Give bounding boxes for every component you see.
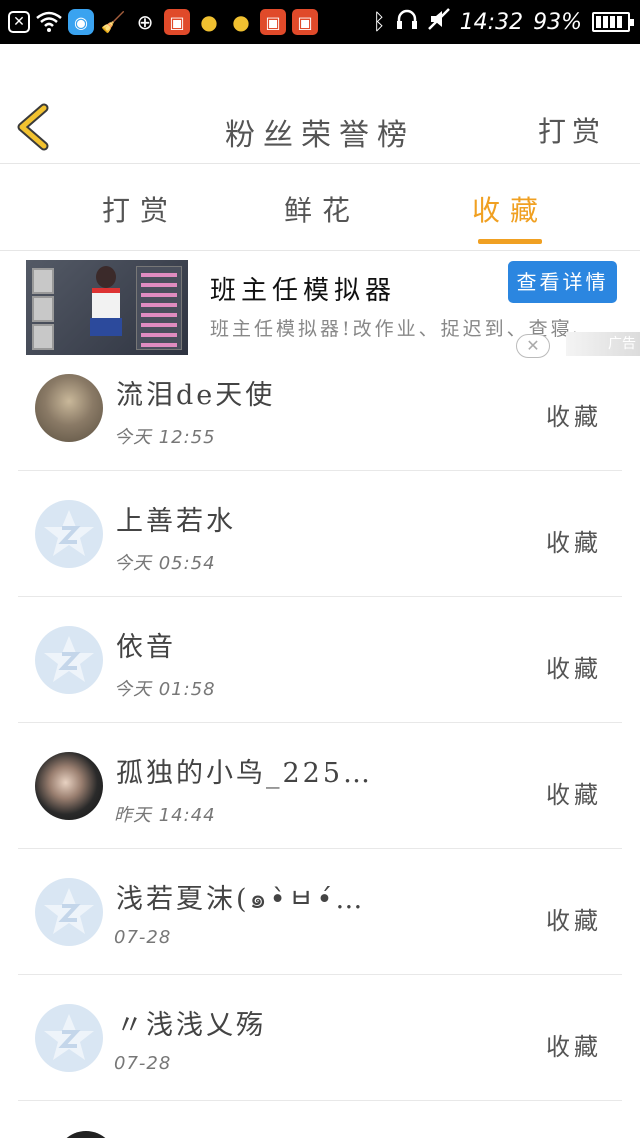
app-red-icon: ▣: [260, 9, 286, 35]
ad-character: [86, 266, 126, 350]
ad-stat-panel: [136, 266, 182, 350]
timestamp: 今天 12:55: [114, 427, 216, 448]
tab-flowers[interactable]: 鲜花: [262, 189, 382, 229]
qq-star-icon: [44, 510, 94, 556]
timestamp: 07-28: [114, 927, 172, 948]
user-name: 流泪de天使: [116, 380, 276, 411]
tab-reward[interactable]: 打赏: [80, 189, 200, 229]
headphones-icon: [396, 8, 418, 36]
avatar[interactable]: [35, 1004, 103, 1072]
list-item[interactable]: 上善若水 今天 05:54 收藏: [18, 471, 622, 597]
action-label: 收藏: [546, 907, 602, 935]
action-label: 收藏: [546, 403, 602, 431]
bluetooth-icon: ᛒ: [372, 9, 386, 35]
ad-thumb: [32, 268, 54, 294]
close-box-icon: ✕: [8, 11, 30, 33]
qq-star-icon: [44, 636, 94, 682]
app-red-icon: ▣: [164, 9, 190, 35]
user-name: 〃浅浅乂殇: [116, 1010, 266, 1041]
lightbulb-icon: ●: [200, 10, 218, 34]
active-tab-indicator: [478, 239, 542, 244]
avatar[interactable]: [35, 500, 103, 568]
timestamp: 今天 01:58: [114, 679, 216, 700]
status-bar: ✕ ◉ 🧹 ⊕ ▣ ● ● ▣ ▣ ᛒ 14:32 93%: [0, 0, 640, 44]
broom-icon: 🧹: [100, 10, 126, 34]
timestamp: 今天 05:54: [114, 553, 216, 574]
silent-icon: [427, 8, 450, 36]
ad-description: 班主任模拟器!改作业、捉迟到、查寝、: [210, 318, 595, 340]
avatar[interactable]: [35, 374, 103, 442]
qq-star-icon: [44, 1014, 94, 1060]
ad-view-details-button[interactable]: 查看详情: [508, 261, 617, 303]
user-name: 上善若水: [116, 506, 236, 537]
list-item[interactable]: 流泪de天使 今天 12:55 收藏: [18, 345, 622, 471]
lightbulb-icon: ●: [232, 10, 250, 34]
wifi-icon: [36, 9, 62, 35]
notification-icons: ✕ ◉ 🧹 ⊕ ▣ ● ● ▣ ▣: [8, 6, 318, 38]
list-item[interactable]: 孤独的小鸟_225… 昨天 14:44 收藏: [18, 723, 622, 849]
avatar[interactable]: [35, 878, 103, 946]
qq-star-icon: [44, 888, 94, 934]
app-blue-icon: ◉: [68, 9, 94, 35]
list-item[interactable]: [18, 1101, 622, 1138]
ad-image[interactable]: [26, 260, 188, 355]
action-label: 收藏: [546, 781, 602, 809]
avatar[interactable]: [35, 752, 103, 820]
reward-button[interactable]: 打赏: [538, 110, 606, 150]
ad-banner[interactable]: 班主任模拟器 班主任模拟器!改作业、捉迟到、查寝、 查看详情 ✕ 广告: [0, 252, 640, 360]
system-indicators: ᛒ 14:32 93%: [372, 6, 634, 38]
ad-thumb: [32, 296, 54, 322]
battery-level: [596, 16, 624, 28]
ad-title[interactable]: 班主任模拟器: [210, 270, 396, 307]
timestamp: 07-28: [114, 1053, 172, 1074]
app-header: 粉丝荣誉榜 打赏: [0, 44, 640, 164]
action-label: 收藏: [546, 1033, 602, 1061]
list-item[interactable]: 依音 今天 01:58 收藏: [18, 597, 622, 723]
timestamp: 昨天 14:44: [114, 805, 216, 826]
user-name: 浅若夏沫(๑•̀ㅂ•́…: [116, 884, 366, 915]
list-item[interactable]: 浅若夏沫(๑•̀ㅂ•́… 07-28 收藏: [18, 849, 622, 975]
gps-icon: ⊕: [136, 10, 154, 34]
favorites-list: 流泪de天使 今天 12:55 收藏 上善若水 今天 05:54 收藏 依音 今…: [0, 345, 640, 1138]
tab-favorites[interactable]: 收藏: [450, 189, 570, 229]
action-label: 收藏: [546, 529, 602, 557]
app-red-icon: ▣: [292, 9, 318, 35]
avatar[interactable]: [56, 1131, 116, 1138]
tab-bar: 打赏 鲜花 收藏: [0, 165, 640, 251]
user-name: 孤独的小鸟_225…: [116, 758, 374, 789]
action-label: 收藏: [546, 655, 602, 683]
battery-icon: [592, 12, 634, 32]
list-item[interactable]: 〃浅浅乂殇 07-28 收藏: [18, 975, 622, 1101]
avatar[interactable]: [35, 626, 103, 694]
battery-percent: 93%: [533, 9, 582, 35]
user-name: 依音: [116, 632, 176, 663]
clock: 14:32: [459, 9, 524, 35]
